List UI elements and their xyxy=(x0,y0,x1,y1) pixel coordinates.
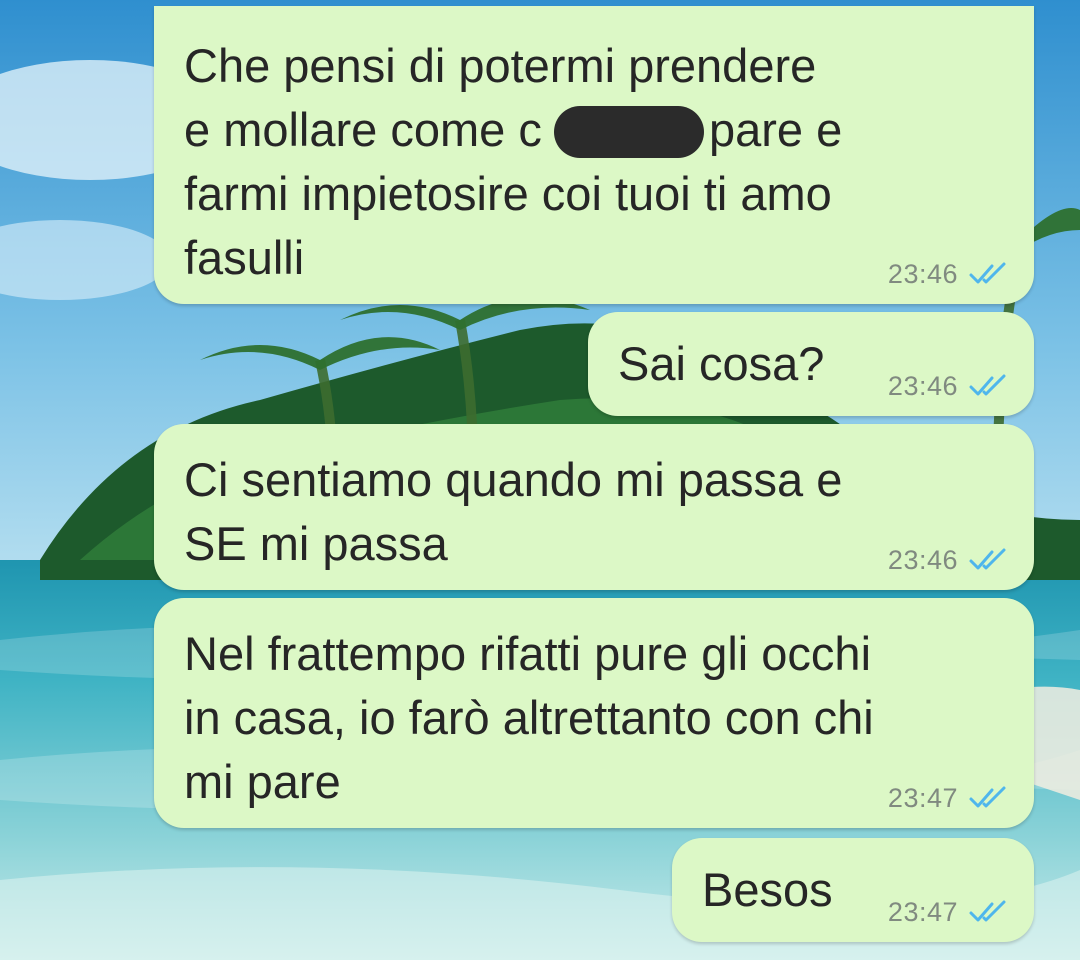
message-text: Nel frattempo rifatti pure gli occhi in … xyxy=(184,627,874,808)
message-bubble-outgoing[interactable]: Besos 23:47 xyxy=(672,838,1034,942)
double-check-icon xyxy=(969,786,1006,808)
message-meta: 23:46 xyxy=(888,256,1008,292)
message-meta: 23:46 xyxy=(888,368,1008,404)
message-bubble-outgoing[interactable]: Che pensi di potermi prendere e mollare … xyxy=(154,6,1034,304)
message-timestamp: 23:47 xyxy=(887,782,958,813)
message-bubble-outgoing[interactable]: Sai cosa? 23:46 xyxy=(588,312,1034,416)
chat-message-list[interactable]: Che pensi di potermi prendere e mollare … xyxy=(0,0,1080,960)
message-bubble-outgoing[interactable]: Ci sentiamo quando mi passa e SE mi pass… xyxy=(154,424,1034,590)
message-text: Che pensi di potermi prendere e mollare … xyxy=(184,39,843,284)
double-check-icon xyxy=(969,900,1006,922)
message-text: Ci sentiamo quando mi passa e SE mi pass… xyxy=(184,453,843,570)
message-meta: 23:47 xyxy=(888,780,1008,816)
message-timestamp: 23:46 xyxy=(887,258,958,289)
message-text: Sai cosa? xyxy=(618,337,825,390)
redaction-mark xyxy=(554,106,704,158)
double-check-icon xyxy=(969,374,1006,396)
message-timestamp: 23:46 xyxy=(887,370,958,401)
message-timestamp: 23:46 xyxy=(887,544,958,575)
message-timestamp: 23:47 xyxy=(887,896,958,927)
message-meta: 23:47 xyxy=(888,894,1008,930)
double-check-icon xyxy=(969,262,1006,284)
message-bubble-outgoing[interactable]: Nel frattempo rifatti pure gli occhi in … xyxy=(154,598,1034,828)
message-text: Besos xyxy=(702,863,833,916)
message-meta: 23:46 xyxy=(888,542,1008,578)
double-check-icon xyxy=(969,548,1006,570)
